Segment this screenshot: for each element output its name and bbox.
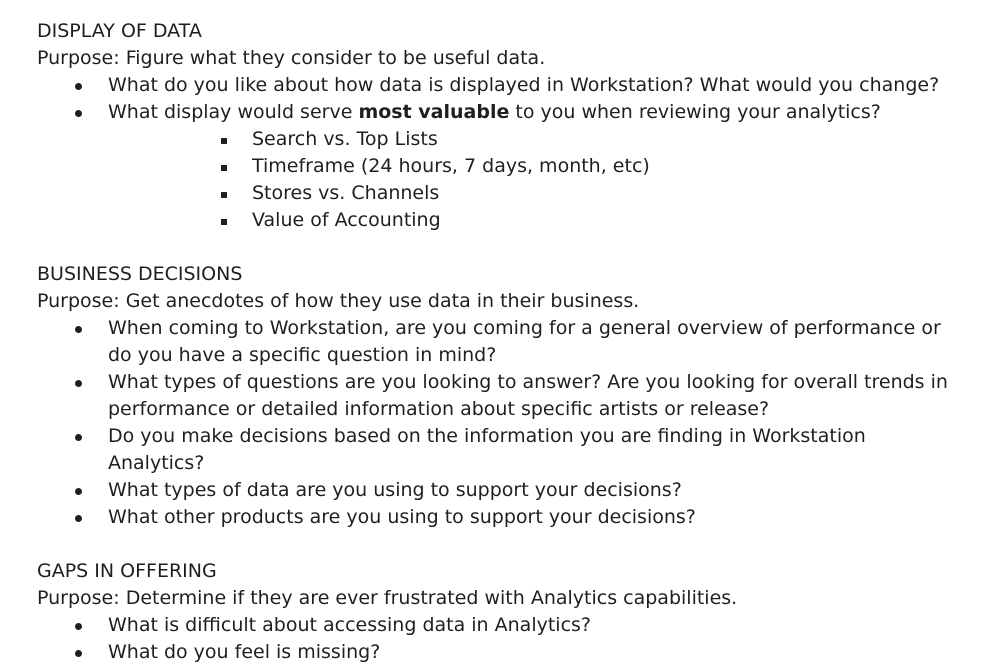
section-purpose: Purpose: Determine if they are ever frus…	[37, 587, 738, 609]
section-heading: GAPS IN OFFERING	[37, 560, 217, 582]
square-bullet-icon	[221, 165, 227, 171]
bullet-text-after: to you when reviewing your analytics?	[509, 101, 881, 123]
bullet-item: What types of questions are you looking …	[37, 369, 1008, 423]
section-purpose: Purpose: Figure what they consider to be…	[37, 47, 546, 69]
bullet-text: What do you feel is missing?	[108, 641, 381, 663]
bullet-item: What is difficult about accessing data i…	[37, 612, 1008, 639]
bullet-text: Do you make decisions based on the infor…	[108, 425, 866, 474]
bullet-dot-icon	[75, 326, 82, 333]
bullet-dot-icon	[75, 623, 82, 630]
section-display-of-data: DISPLAY OF DATA Purpose: Figure what the…	[37, 18, 1008, 234]
bullet-dot-icon	[75, 110, 82, 117]
square-bullet-icon	[221, 219, 227, 225]
bullet-dot-icon	[75, 650, 82, 657]
section-heading: BUSINESS DECISIONS	[37, 263, 243, 285]
sub-bullet-text: Timeframe (24 hours, 7 days, month, etc)	[252, 155, 650, 177]
bullet-item: What types of data are you using to supp…	[37, 477, 1008, 504]
bullet-text: What other products are you using to sup…	[108, 506, 696, 528]
bullet-dot-icon	[75, 83, 82, 90]
document: DISPLAY OF DATA Purpose: Figure what the…	[0, 0, 1008, 666]
section-gaps-in-offering: GAPS IN OFFERING Purpose: Determine if t…	[37, 558, 1008, 666]
bullet-item: What other products are you using to sup…	[37, 504, 1008, 531]
sub-bullet-text: Value of Accounting	[252, 209, 441, 231]
bullet-list: What is difficult about accessing data i…	[37, 612, 1008, 666]
bullet-item: Do you make decisions based on the infor…	[37, 423, 1008, 477]
sub-bullet-item: Value of Accounting	[37, 207, 1008, 234]
bullet-text: When coming to Workstation, are you comi…	[108, 317, 941, 366]
bullet-dot-icon	[75, 488, 82, 495]
bullet-text: What types of data are you using to supp…	[108, 479, 682, 501]
section-business-decisions: BUSINESS DECISIONS Purpose: Get anecdote…	[37, 261, 1008, 531]
square-bullet-icon	[221, 138, 227, 144]
bullet-item: What do you feel is missing?	[37, 639, 1008, 666]
sub-bullet-item: Search vs. Top Lists	[37, 126, 1008, 153]
sub-bullet-text: Stores vs. Channels	[252, 182, 440, 204]
bullet-dot-icon	[75, 380, 82, 387]
sub-bullet-text: Search vs. Top Lists	[252, 128, 438, 150]
bullet-text-before: What display would serve	[108, 101, 359, 123]
bullet-item: What do you like about how data is displ…	[37, 72, 1008, 99]
bullet-text-bold: most valuable	[358, 101, 510, 123]
bullet-text: What types of questions are you looking …	[108, 371, 948, 420]
square-bullet-icon	[221, 192, 227, 198]
sub-bullet-item: Timeframe (24 hours, 7 days, month, etc)	[37, 153, 1008, 180]
bullet-list: When coming to Workstation, are you comi…	[37, 315, 1008, 531]
bullet-item: When coming to Workstation, are you comi…	[37, 315, 1008, 369]
bullet-text: What is difficult about accessing data i…	[108, 614, 592, 636]
sub-bullet-item: Stores vs. Channels	[37, 180, 1008, 207]
bullet-dot-icon	[75, 515, 82, 522]
section-purpose: Purpose: Get anecdotes of how they use d…	[37, 290, 640, 312]
bullet-item: What display would serve most valuable t…	[37, 99, 1008, 126]
bullet-list: What do you like about how data is displ…	[37, 72, 1008, 126]
bullet-text: What do you like about how data is displ…	[108, 74, 940, 96]
section-heading: DISPLAY OF DATA	[37, 20, 202, 42]
bullet-dot-icon	[75, 434, 82, 441]
sub-bullet-list: Search vs. Top Lists Timeframe (24 hours…	[37, 126, 1008, 234]
